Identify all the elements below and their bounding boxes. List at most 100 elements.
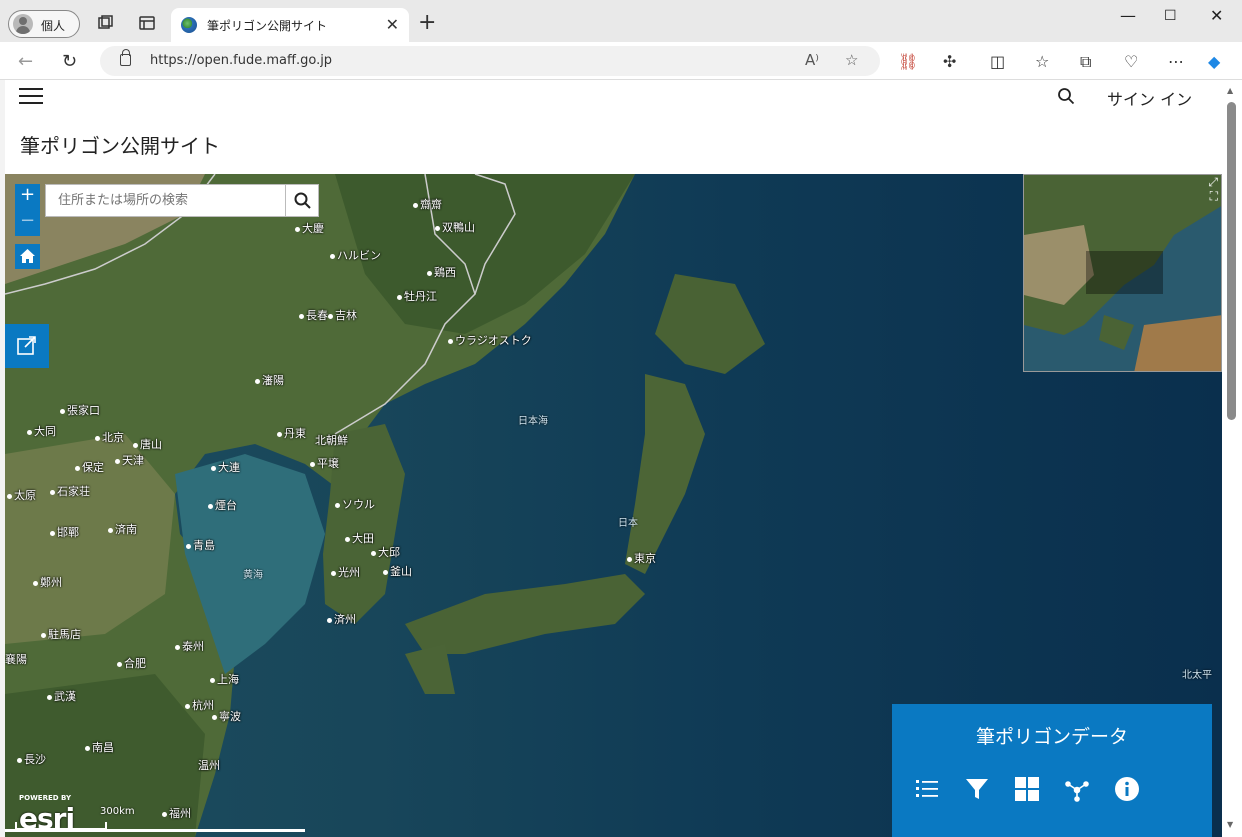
city-label: 天津 (115, 452, 144, 468)
data-panel: 筆ポリゴンデータ (892, 704, 1212, 837)
tab-title: 筆ポリゴン公開サイト (207, 19, 328, 33)
city-label: 済州 (327, 611, 356, 627)
zoom-in-button[interactable]: + (15, 184, 40, 205)
city-label: 保定 (75, 459, 104, 475)
data-panel-title: 筆ポリゴンデータ (975, 726, 1128, 748)
search-input[interactable] (46, 185, 286, 216)
city-label: 済南 (108, 521, 137, 537)
list-icon[interactable] (914, 776, 940, 802)
city-label: 杭州 (185, 697, 214, 713)
minimize-button[interactable]: — (1120, 6, 1136, 25)
scroll-thumb[interactable] (1227, 102, 1236, 420)
home-button[interactable] (15, 244, 40, 269)
info-icon[interactable] (1114, 776, 1140, 802)
web-page: サイン イン 筆ポリゴン公開サイト 齋齋 双鴨山 大慶 ハルビン 鶏西 牡丹江 … (5, 80, 1222, 837)
city-label: 大慶 (295, 220, 324, 236)
map-view[interactable]: 齋齋 双鴨山 大慶 ハルビン 鶏西 牡丹江 長春 吉林 ウラジオストク 瀋陽 張… (5, 174, 1222, 837)
tab-active[interactable]: 筆ポリゴン公開サイト ✕ (171, 8, 409, 42)
city-label: ウラジオストク (448, 332, 532, 348)
avatar-icon (13, 14, 33, 34)
city-label: 邯鄲 (50, 524, 79, 540)
collections-icon[interactable]: ⧉ (1080, 52, 1091, 72)
city-label: 上海 (210, 671, 239, 687)
city-label: 武漢 (47, 688, 76, 704)
url-bar[interactable]: https://open.fude.maff.go.jp A⁾ ☆ (100, 46, 880, 76)
city-label: 青島 (186, 537, 215, 553)
menu-icon[interactable] (19, 86, 43, 106)
city-label: ハルビン (330, 247, 381, 263)
copilot-icon[interactable]: ◆ (1208, 52, 1220, 71)
signin-link[interactable]: サイン イン (1107, 86, 1192, 110)
city-label: 泰州 (175, 638, 204, 654)
lock-icon (120, 49, 131, 66)
city-label: 襄陽 (5, 653, 27, 666)
city-label: 駐馬店 (41, 626, 81, 642)
city-label: 石家荘 (50, 483, 90, 499)
city-label: 北京 (95, 429, 124, 445)
map-bottom-bar (5, 829, 305, 832)
city-label: 丹東 (277, 425, 306, 441)
address-search (45, 184, 319, 217)
tab-actions-icon[interactable] (138, 14, 156, 32)
city-label: ソウル (335, 496, 375, 512)
city-label: 長春 (299, 307, 328, 323)
city-label: 平壌 (310, 455, 339, 471)
city-label: 大田 (345, 530, 374, 546)
scroll-up-icon[interactable]: ▲ (1227, 86, 1233, 95)
close-window-button[interactable]: ✕ (1210, 6, 1223, 25)
city-label: 牡丹江 (397, 288, 437, 304)
extensions-icon[interactable]: ✣ (943, 52, 956, 71)
city-label: 光州 (331, 564, 360, 580)
city-label: 南昌 (85, 739, 114, 755)
city-label: 張家口 (60, 402, 100, 418)
overview-map[interactable]: ⤢ ⛶ (1023, 174, 1222, 372)
refresh-button[interactable]: ↻ (62, 51, 77, 72)
browser-titlebar: 個人 筆ポリゴン公開サイト ✕ + — ☐ ✕ (0, 0, 1242, 42)
page-scrollbar[interactable]: ▲ ▼ (1222, 80, 1242, 837)
powered-by-label: POWERED BY (19, 794, 72, 802)
city-label: 鶏西 (427, 264, 456, 280)
city-label: 大同 (27, 423, 56, 439)
filter-icon[interactable] (964, 776, 990, 802)
more-menu-icon[interactable]: ⋯ (1168, 52, 1184, 71)
city-label: 合肥 (117, 655, 146, 671)
page-title: 筆ポリゴン公開サイト (20, 134, 220, 158)
read-aloud-icon[interactable]: A⁾ (805, 51, 819, 69)
search-icon[interactable] (1057, 87, 1075, 105)
home-icon (20, 249, 35, 263)
share-icon (17, 336, 36, 355)
workspaces-icon[interactable] (96, 14, 114, 32)
close-tab-icon[interactable]: ✕ (386, 15, 399, 34)
overview-extent[interactable] (1086, 251, 1163, 294)
url-text: https://open.fude.maff.go.jp (150, 53, 333, 68)
address-toolbar: ← ↻ https://open.fude.maff.go.jp A⁾ ☆ ⛓ … (0, 42, 1242, 80)
fullscreen-icon[interactable]: ⛶ (1210, 189, 1218, 204)
city-label: 吉林 (328, 307, 357, 323)
country-label: 日本 (618, 518, 638, 529)
profile-button[interactable]: 個人 (8, 10, 80, 38)
search-submit-button[interactable] (285, 185, 318, 216)
city-label: 寧波 (212, 708, 241, 724)
city-label: 双鴨山 (435, 219, 475, 235)
new-tab-button[interactable]: + (418, 10, 436, 35)
city-label: 煙台 (208, 497, 237, 513)
share-network-icon[interactable] (1064, 776, 1090, 802)
favorite-star-icon[interactable]: ☆ (845, 51, 858, 69)
city-label: 東京 (627, 550, 656, 566)
browser-essentials-icon[interactable]: ♡ (1124, 52, 1138, 71)
zoom-out-button[interactable]: − (15, 210, 40, 231)
city-label: 釜山 (383, 563, 412, 579)
grid-icon[interactable] (1014, 776, 1040, 802)
favorites-icon[interactable]: ☆ (1035, 52, 1049, 71)
maximize-button[interactable]: ☐ (1164, 8, 1177, 24)
link-extension-icon[interactable]: ⛓ (898, 52, 918, 71)
expand-icon[interactable]: ⤢ (1208, 175, 1218, 190)
zoom-controls: + − (15, 184, 40, 236)
search-icon (294, 192, 311, 209)
scroll-down-icon[interactable]: ▼ (1227, 820, 1233, 829)
city-label: 齋齋 (413, 196, 442, 212)
share-button[interactable] (5, 324, 49, 368)
split-screen-icon[interactable]: ◫ (990, 52, 1005, 71)
back-button[interactable]: ← (18, 51, 33, 72)
scale-label: 300km (100, 806, 135, 817)
